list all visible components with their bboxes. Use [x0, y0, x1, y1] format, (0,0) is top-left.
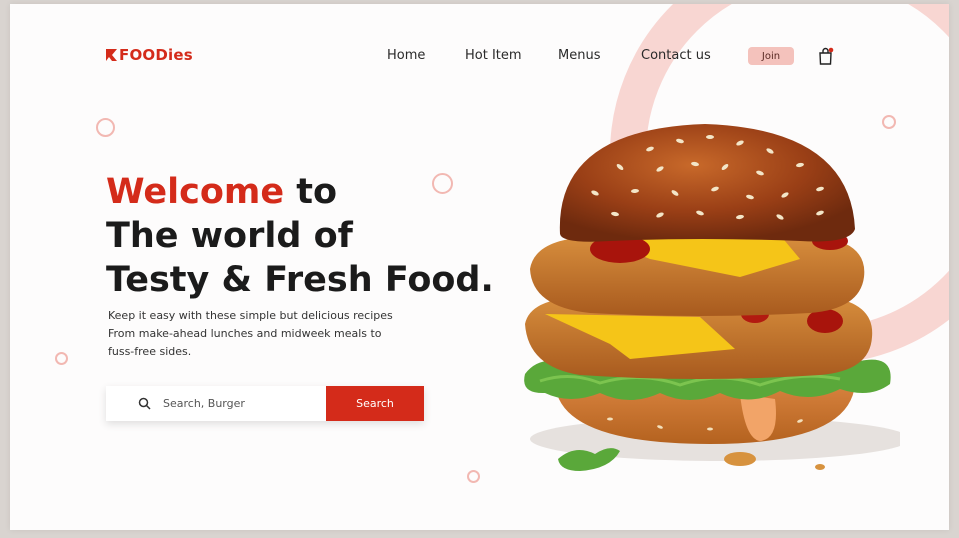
nav-contact-us[interactable]: Contact us [641, 48, 711, 63]
nav-home[interactable]: Home [387, 48, 425, 63]
search-bar: Search [106, 386, 424, 421]
headline-line3: Testy & Fresh Food. [106, 260, 494, 300]
hero-headline: Welcome to The world of Testy & Fresh Fo… [106, 170, 494, 302]
logo-mark-icon [106, 49, 117, 61]
page-frame: FOODies Home Hot Item Menus Contact us J… [10, 4, 949, 530]
decorative-circle [467, 470, 480, 483]
shopping-bag-icon[interactable] [818, 47, 834, 65]
search-input[interactable] [161, 396, 315, 411]
headline-rest: to [284, 172, 338, 212]
description-line: fuss-free sides. [108, 345, 192, 358]
decorative-circle [55, 352, 68, 365]
headline-accent: Welcome [106, 172, 285, 212]
headline-line2: The world of [106, 216, 353, 256]
description-line: From make-ahead lunches and midweek meal… [108, 327, 382, 340]
hero-description: Keep it easy with these simple but delic… [108, 307, 408, 361]
search-icon [138, 397, 151, 410]
brand-name: FOODies [119, 46, 193, 64]
search-field[interactable] [106, 386, 326, 421]
nav-menus[interactable]: Menus [558, 48, 600, 63]
description-line: Keep it easy with these simple but delic… [108, 309, 393, 322]
decorative-circle [96, 118, 115, 137]
join-button[interactable]: Join [748, 47, 794, 65]
nav-hot-item[interactable]: Hot Item [465, 48, 522, 63]
brand-logo[interactable]: FOODies [106, 46, 193, 64]
burger-image [524, 124, 900, 471]
search-button[interactable]: Search [326, 386, 424, 421]
